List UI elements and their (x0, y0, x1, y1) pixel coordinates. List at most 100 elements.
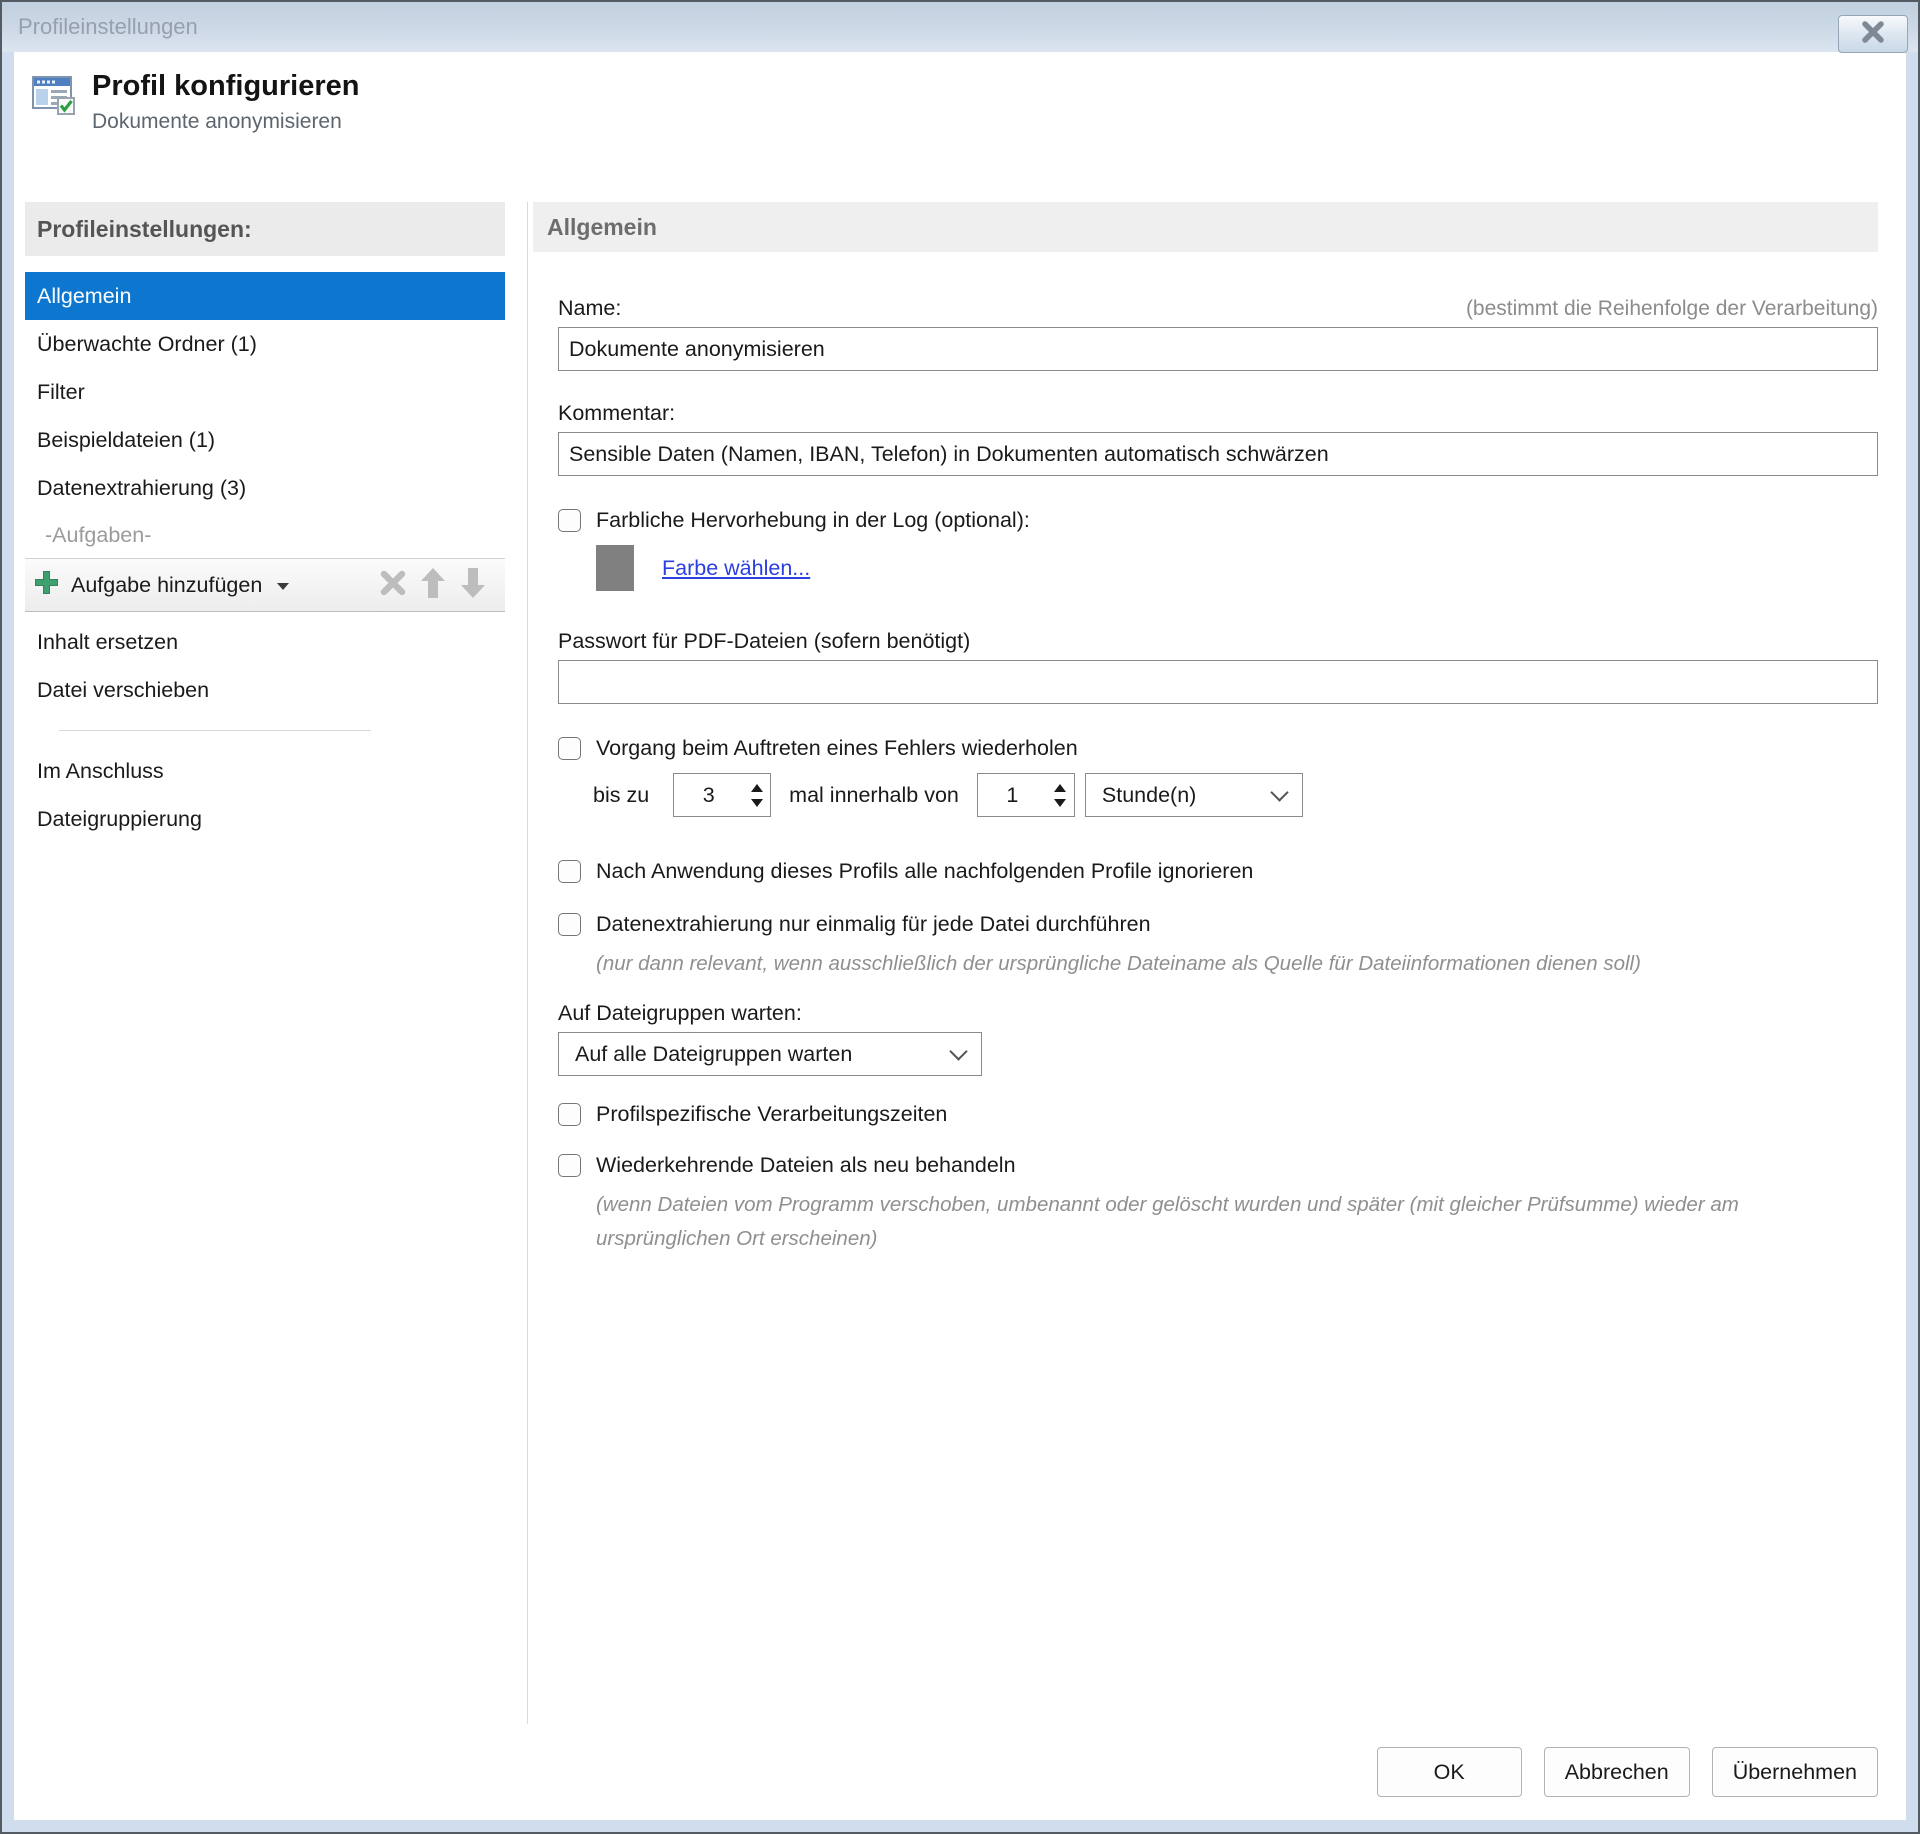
pdf-password-input[interactable] (558, 660, 1878, 704)
plus-icon (33, 569, 60, 601)
move-task-down-button[interactable] (453, 565, 493, 605)
footer: OK Abbrechen Übernehmen (14, 1724, 1906, 1820)
main-panel: Allgemein Name: (bestimmt die Reihenfolg… (533, 202, 1878, 1724)
apply-button[interactable]: Übernehmen (1711, 1747, 1878, 1797)
general-form: Name: (bestimmt die Reihenfolge der Vera… (533, 296, 1878, 1256)
section-heading: Allgemein (533, 202, 1878, 252)
sidebar-item-label: Filter (37, 379, 85, 404)
extract-once-row: Datenextrahierung nur einmalig für jede … (558, 912, 1878, 937)
arrow-down-icon (460, 567, 486, 604)
x-icon (379, 569, 407, 602)
retry-checkbox[interactable] (558, 737, 581, 760)
close-button[interactable] (1838, 15, 1908, 53)
recurring-files-label: Wiederkehrende Dateien als neu behandeln (596, 1153, 1016, 1177)
retry-unit-select[interactable]: Stunde(n) (1084, 773, 1303, 817)
file-groups-value: Auf alle Dateigruppen warten (575, 1041, 853, 1066)
window-title: Profileinstellungen (18, 14, 198, 39)
recurring-files-row: Wiederkehrende Dateien als neu behandeln (558, 1153, 1878, 1178)
retry-middle-label: mal innerhalb von (789, 782, 959, 807)
profile-times-checkbox[interactable] (558, 1103, 581, 1126)
sidebar-item-label: Überwachte Ordner (1) (37, 331, 257, 356)
password-label-row: Passwort für PDF-Dateien (sofern benötig… (558, 629, 1878, 654)
stepper-down-icon[interactable] (750, 798, 763, 807)
sidebar-item-inhalt-ersetzen[interactable]: Inhalt ersetzen (25, 618, 505, 666)
comment-label: Kommentar: (558, 401, 676, 425)
stepper-down-icon[interactable] (1054, 798, 1067, 807)
stepper-arrows (743, 774, 770, 816)
comment-input[interactable] (558, 432, 1878, 476)
delete-task-button[interactable] (373, 565, 413, 605)
recurring-files-note: (wenn Dateien vom Programm verschoben, u… (596, 1193, 1739, 1250)
add-task-button[interactable]: Aufgabe hinzufügen (33, 569, 290, 601)
log-highlight-label: Farbliche Hervorhebung in der Log (optio… (596, 508, 1030, 532)
sidebar-item-datenextrahierung[interactable]: Datenextrahierung (3) (25, 464, 505, 512)
sidebar-item-label: Dateigruppierung (37, 806, 202, 831)
name-input[interactable] (558, 327, 1878, 371)
extract-once-checkbox[interactable] (558, 913, 581, 936)
comment-label-row: Kommentar: (558, 401, 1878, 426)
arrow-up-icon (420, 567, 446, 604)
tasks-group-label: -Aufgaben- (45, 522, 152, 547)
cancel-button[interactable]: Abbrechen (1543, 1747, 1690, 1797)
sidebar-header: Profileinstellungen: (25, 202, 505, 256)
chevron-down-icon (949, 1042, 968, 1061)
sidebar-item-ueberwachte-ordner[interactable]: Überwachte Ordner (1) (25, 320, 505, 368)
ignore-following-row: Nach Anwendung dieses Profils alle nachf… (558, 859, 1878, 884)
retry-checkbox-row: Vorgang beim Auftreten eines Fehlers wie… (558, 736, 1878, 761)
name-label-row: Name: (bestimmt die Reihenfolge der Vera… (558, 296, 1878, 321)
sidebar-item-label: Inhalt ersetzen (37, 629, 179, 654)
file-groups-select[interactable]: Auf alle Dateigruppen warten (558, 1032, 982, 1076)
sidebar-item-beispieldateien[interactable]: Beispieldateien (1) (25, 416, 505, 464)
chevron-down-icon (1270, 783, 1289, 802)
file-groups-label-row: Auf Dateigruppen warten: (558, 1001, 1878, 1026)
file-groups-label: Auf Dateigruppen warten: (558, 1001, 802, 1025)
retry-prefix-label: bis zu (593, 782, 650, 807)
sidebar-item-im-anschluss[interactable]: Im Anschluss (25, 747, 505, 795)
stepper-up-icon[interactable] (1054, 783, 1067, 792)
move-task-up-button[interactable] (413, 565, 453, 605)
ok-button[interactable]: OK (1376, 1747, 1522, 1797)
choose-color-link[interactable]: Farbe wählen... (662, 556, 810, 581)
profile-settings-dialog: Profileinstellungen Profil konfigurieren… (0, 0, 1920, 1834)
sidebar-item-label: Im Anschluss (37, 758, 164, 783)
stepper-arrows (1047, 774, 1074, 816)
recurring-files-checkbox[interactable] (558, 1154, 581, 1177)
retry-count-input[interactable] (674, 774, 744, 816)
sidebar-main-divider (527, 202, 528, 1724)
sidebar-item-label: Beispieldateien (1) (37, 427, 216, 452)
retry-interval-input[interactable] (977, 774, 1047, 816)
add-task-label: Aufgabe hinzufügen (71, 572, 263, 597)
retry-count-stepper (673, 773, 772, 817)
sidebar-item-dateigruppierung[interactable]: Dateigruppierung (25, 795, 505, 843)
dialog-body: Profil konfigurieren Dokumente anonymisi… (14, 52, 1906, 1820)
extract-once-label: Datenextrahierung nur einmalig für jede … (596, 912, 1151, 936)
window-titlebar[interactable]: Profileinstellungen (2, 2, 1918, 53)
profile-times-label: Profilspezifische Verarbeitungszeiten (596, 1102, 948, 1126)
name-label: Name: (558, 296, 622, 320)
ignore-following-label: Nach Anwendung dieses Profils alle nachf… (596, 859, 1254, 883)
sidebar-item-allgemein[interactable]: Allgemein (25, 272, 505, 320)
color-choice-row: Farbe wählen... (596, 545, 1878, 591)
ignore-following-checkbox[interactable] (558, 860, 581, 883)
sidebar-item-filter[interactable]: Filter (25, 368, 505, 416)
sidebar-item-label: Datenextrahierung (3) (37, 475, 247, 500)
task-toolbar: Aufgabe hinzufügen (25, 558, 505, 612)
retry-unit-value: Stunde(n) (1101, 782, 1197, 807)
app-header: Profil konfigurieren Dokumente anonymisi… (14, 52, 1906, 160)
color-swatch[interactable] (596, 545, 634, 591)
password-label: Passwort für PDF-Dateien (sofern benötig… (558, 629, 971, 653)
retry-interval-stepper (976, 773, 1075, 817)
sidebar-item-label: Allgemein (37, 283, 132, 308)
close-icon (1860, 20, 1886, 48)
stepper-up-icon[interactable] (750, 783, 763, 792)
sidebar-item-datei-verschieben[interactable]: Datei verschieben (25, 666, 505, 714)
retry-label: Vorgang beim Auftreten eines Fehlers wie… (596, 736, 1078, 760)
sidebar-divider (59, 730, 371, 731)
profile-window-icon (30, 70, 78, 123)
profile-times-row: Profilspezifische Verarbeitungszeiten (558, 1102, 1878, 1127)
page-title: Profil konfigurieren (92, 70, 360, 102)
content: Profileinstellungen: Allgemein Überwacht… (14, 160, 1906, 1724)
log-highlight-checkbox[interactable] (558, 509, 581, 532)
retry-settings-row: bis zu mal innerhalb von (593, 773, 1878, 817)
page-subtitle: Dokumente anonymisieren (92, 110, 342, 134)
